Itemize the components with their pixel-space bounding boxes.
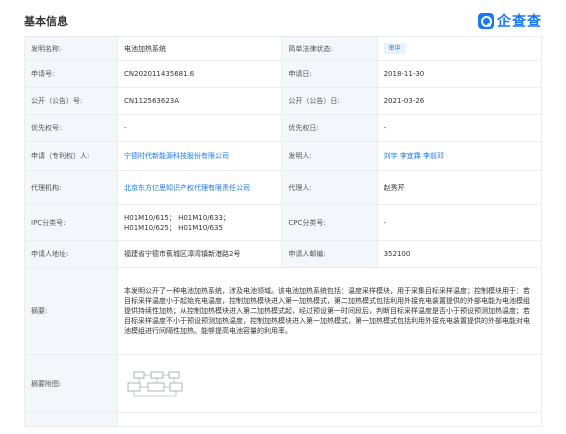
inventors-list: 刘宇 李宜霖 李前邓: [376, 141, 543, 171]
agent-label: 代理人:: [281, 170, 378, 205]
cpc-value: -: [376, 204, 543, 241]
table-row: 代理机构: 北京东方亿思知识产权代理有限责任公司 代理人: 赵秀芹: [23, 170, 543, 205]
table-row: IPC分类号: H01M10/615； H01M10/633； H01M10/6…: [23, 204, 543, 241]
ipc-label: IPC分类号:: [23, 204, 119, 241]
applicant-address-value: 福建省宁德市蕉城区漳湾镇新港路2号: [117, 240, 283, 268]
abstract-figure-label: 摘要附图:: [23, 354, 119, 413]
applicant-link[interactable]: 宁德时代新能源科技股份有限公司: [124, 152, 229, 160]
qichacha-logo-icon: [478, 13, 494, 29]
brand-name: 企查查: [497, 14, 542, 30]
publication-no-value: CN112563623A: [117, 87, 283, 115]
inventor-link[interactable]: 李宜霖: [400, 152, 421, 160]
legal-status-badge: 审中: [383, 43, 406, 54]
table-row: 公开（公告）号: CN112563623A 公开（公告）日: 2021-03-2…: [23, 87, 543, 115]
priority-date-label: 优先权日:: [281, 114, 378, 142]
publication-date-label: 公开（公告）日:: [281, 87, 378, 115]
invention-name-label: 发明名称:: [23, 36, 119, 61]
applicant-postcode-value: 352100: [376, 240, 543, 268]
block-diagram-image: [127, 371, 183, 396]
cpc-label: CPC分类号:: [281, 204, 378, 241]
inventor-link[interactable]: 李前邓: [423, 152, 444, 160]
application-no-label: 申请号:: [23, 60, 119, 88]
brand-logo[interactable]: 企查查: [478, 10, 542, 32]
applicant-label: 申请（专利权）人:: [23, 141, 119, 171]
application-date-label: 申请日:: [281, 60, 378, 88]
table-row: 发明名称: 电池加热系统 简单法律状态: 审中: [23, 36, 543, 61]
patent-info-table: 发明名称: 电池加热系统 简单法律状态: 审中 申请号: CN202011435…: [23, 36, 543, 427]
invention-name-value: 电池加热系统: [117, 36, 283, 61]
publication-no-label: 公开（公告）号:: [23, 87, 119, 115]
inventors-label: 发明人:: [281, 141, 378, 171]
abstract-figure-thumbnail[interactable]: [124, 369, 188, 399]
applicant-postcode-label: 申请人邮编:: [281, 240, 378, 268]
section-title: 基本信息: [24, 15, 68, 28]
section-header: 基本信息 企查查: [24, 10, 542, 32]
table-row: 摘要: 本发明公开了一种电池加热系统，涉及电池领域。该电池加热系统包括：温度采样…: [23, 267, 542, 355]
application-date-value: 2018-11-30: [376, 60, 543, 88]
ipc-value: H01M10/615； H01M10/633； H01M10/625； H01M…: [117, 204, 283, 241]
legal-status-label: 简单法律状态:: [281, 36, 378, 61]
priority-no-value: -: [117, 114, 283, 142]
table-row: 申请（专利权）人: 宁德时代新能源科技股份有限公司 发明人: 刘宇 李宜霖 李前…: [23, 141, 543, 171]
publication-date-value: 2021-03-26: [376, 87, 543, 115]
applicant-address-label: 申请人地址:: [23, 240, 119, 268]
agency-link[interactable]: 北京东方亿思知识产权代理有限责任公司: [124, 184, 250, 192]
table-row: 申请人地址: 福建省宁德市蕉城区漳湾镇新港路2号 申请人邮编: 352100: [23, 240, 543, 268]
table-row: 摘要附图:: [23, 354, 542, 413]
table-row: [23, 412, 542, 427]
agent-value: 赵秀芹: [376, 170, 543, 205]
abstract-text: 本发明公开了一种电池加热系统，涉及电池领域。该电池加热系统包括：温度采样模块，用…: [117, 267, 542, 355]
priority-no-label: 优先权号:: [23, 114, 119, 142]
inventor-link[interactable]: 刘宇: [384, 152, 398, 160]
patent-info-page: 基本信息 企查查 发明名称: 电池加热系统 简单法律状态: 审中 申请号: CN…: [0, 0, 566, 434]
table-row: 申请号: CN202011435681.6 申请日: 2018-11-30: [23, 60, 543, 88]
application-no-value: CN202011435681.6: [117, 60, 283, 88]
abstract-label: 摘要:: [23, 267, 119, 355]
priority-date-value: -: [376, 114, 543, 142]
table-row: 优先权号: - 优先权日: -: [23, 114, 543, 142]
agency-label: 代理机构:: [23, 170, 119, 205]
